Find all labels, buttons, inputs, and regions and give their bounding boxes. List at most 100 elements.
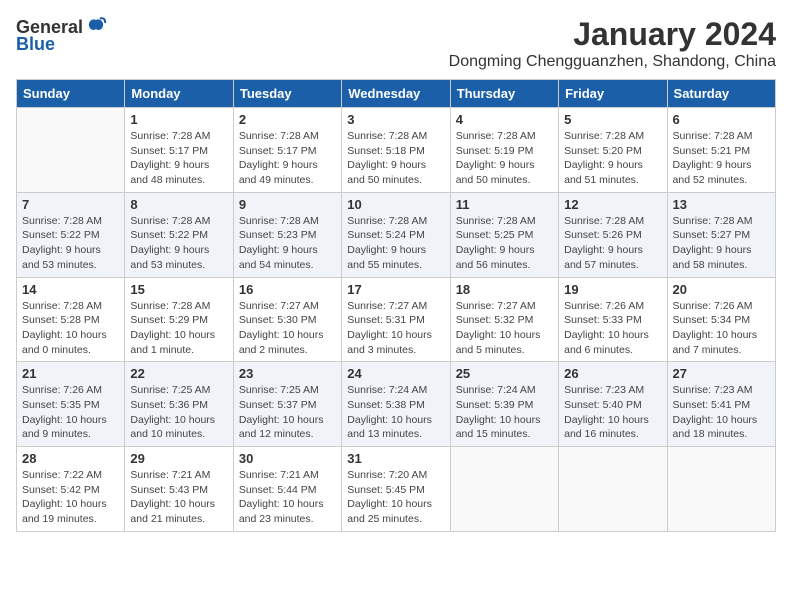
day-number: 24 xyxy=(347,366,444,381)
day-info: Sunrise: 7:28 AM Sunset: 5:21 PM Dayligh… xyxy=(673,129,770,188)
day-number: 1 xyxy=(130,112,227,127)
calendar-table: Sunday Monday Tuesday Wednesday Thursday… xyxy=(16,79,776,532)
day-info: Sunrise: 7:28 AM Sunset: 5:26 PM Dayligh… xyxy=(564,214,661,273)
day-number: 29 xyxy=(130,451,227,466)
header-saturday: Saturday xyxy=(667,80,775,108)
table-row: 2 Sunrise: 7:28 AM Sunset: 5:17 PM Daylig… xyxy=(233,108,341,193)
day-number: 15 xyxy=(130,282,227,297)
day-number: 11 xyxy=(456,197,553,212)
table-row xyxy=(450,447,558,532)
table-row: 13 Sunrise: 7:28 AM Sunset: 5:27 PM Dayli… xyxy=(667,192,775,277)
table-row: 10 Sunrise: 7:28 AM Sunset: 5:24 PM Dayli… xyxy=(342,192,450,277)
table-row: 27 Sunrise: 7:23 AM Sunset: 5:41 PM Dayli… xyxy=(667,362,775,447)
day-number: 28 xyxy=(22,451,119,466)
header-thursday: Thursday xyxy=(450,80,558,108)
day-number: 12 xyxy=(564,197,661,212)
title-area: January 2024 Dongming Chengguanzhen, Sha… xyxy=(449,16,776,71)
table-row: 25Sunrise: 7:24 AM Sunset: 5:39 PM Dayli… xyxy=(450,362,558,447)
day-info: Sunrise: 7:28 AM Sunset: 5:25 PM Dayligh… xyxy=(456,214,553,273)
table-row: 6 Sunrise: 7:28 AM Sunset: 5:21 PM Daylig… xyxy=(667,108,775,193)
table-row: 3 Sunrise: 7:28 AM Sunset: 5:18 PM Daylig… xyxy=(342,108,450,193)
table-row: 9 Sunrise: 7:28 AM Sunset: 5:23 PM Daylig… xyxy=(233,192,341,277)
table-row: 7 Sunrise: 7:28 AM Sunset: 5:22 PM Daylig… xyxy=(17,192,125,277)
logo: General Blue xyxy=(16,16,107,55)
day-number: 7 xyxy=(22,197,119,212)
day-number: 9 xyxy=(239,197,336,212)
table-row: 1 Sunrise: 7:28 AM Sunset: 5:17 PM Daylig… xyxy=(125,108,233,193)
day-info: Sunrise: 7:28 AM Sunset: 5:23 PM Dayligh… xyxy=(239,214,336,273)
day-info: Sunrise: 7:27 AM Sunset: 5:31 PM Dayligh… xyxy=(347,299,444,358)
table-row: 18 Sunrise: 7:27 AM Sunset: 5:32 PM Dayli… xyxy=(450,277,558,362)
day-info: Sunrise: 7:28 AM Sunset: 5:17 PM Dayligh… xyxy=(239,129,336,188)
table-row: 26Sunrise: 7:23 AM Sunset: 5:40 PM Dayli… xyxy=(559,362,667,447)
day-info: Sunrise: 7:21 AM Sunset: 5:44 PM Dayligh… xyxy=(239,468,336,527)
table-row: 24 Sunrise: 7:24 AM Sunset: 5:38 PM Dayli… xyxy=(342,362,450,447)
day-info: Sunrise: 7:20 AM Sunset: 5:45 PM Dayligh… xyxy=(347,468,444,527)
day-info: Sunrise: 7:27 AM Sunset: 5:32 PM Dayligh… xyxy=(456,299,553,358)
table-row xyxy=(667,447,775,532)
day-number: 27 xyxy=(673,366,770,381)
calendar-week-row: 7 Sunrise: 7:28 AM Sunset: 5:22 PM Daylig… xyxy=(17,192,776,277)
day-info: Sunrise: 7:26 AM Sunset: 5:35 PM Dayligh… xyxy=(22,383,119,442)
table-row: 28 Sunrise: 7:22 AM Sunset: 5:42 PM Dayli… xyxy=(17,447,125,532)
day-info: Sunrise: 7:28 AM Sunset: 5:19 PM Dayligh… xyxy=(456,129,553,188)
day-number: 2 xyxy=(239,112,336,127)
table-row: 30 Sunrise: 7:21 AM Sunset: 5:44 PM Dayli… xyxy=(233,447,341,532)
day-number: 19 xyxy=(564,282,661,297)
day-number: 13 xyxy=(673,197,770,212)
table-row: 29 Sunrise: 7:21 AM Sunset: 5:43 PM Dayli… xyxy=(125,447,233,532)
header-wednesday: Wednesday xyxy=(342,80,450,108)
location-subtitle: Dongming Chengguanzhen, Shandong, China xyxy=(449,53,776,71)
day-info: Sunrise: 7:28 AM Sunset: 5:22 PM Dayligh… xyxy=(130,214,227,273)
day-number: 4 xyxy=(456,112,553,127)
day-number: 20 xyxy=(673,282,770,297)
day-info: Sunrise: 7:23 AM Sunset: 5:41 PM Dayligh… xyxy=(673,383,770,442)
day-info: Sunrise: 7:25 AM Sunset: 5:36 PM Dayligh… xyxy=(130,383,227,442)
header-tuesday: Tuesday xyxy=(233,80,341,108)
day-number: 14 xyxy=(22,282,119,297)
table-row: 17 Sunrise: 7:27 AM Sunset: 5:31 PM Dayli… xyxy=(342,277,450,362)
day-info: Sunrise: 7:26 AM Sunset: 5:34 PM Dayligh… xyxy=(673,299,770,358)
day-number: 17 xyxy=(347,282,444,297)
day-info: Sunrise: 7:28 AM Sunset: 5:17 PM Dayligh… xyxy=(130,129,227,188)
day-info: Sunrise: 7:24 AM Sunset: 5:38 PM Dayligh… xyxy=(347,383,444,442)
day-info: Sunrise: 7:21 AM Sunset: 5:43 PM Dayligh… xyxy=(130,468,227,527)
day-number: 3 xyxy=(347,112,444,127)
day-info: Sunrise: 7:28 AM Sunset: 5:18 PM Dayligh… xyxy=(347,129,444,188)
day-number: 30 xyxy=(239,451,336,466)
month-title: January 2024 xyxy=(449,16,776,53)
header-friday: Friday xyxy=(559,80,667,108)
table-row: 16 Sunrise: 7:27 AM Sunset: 5:30 PM Dayli… xyxy=(233,277,341,362)
day-info: Sunrise: 7:28 AM Sunset: 5:24 PM Dayligh… xyxy=(347,214,444,273)
header-monday: Monday xyxy=(125,80,233,108)
logo-blue-text: Blue xyxy=(16,34,55,55)
table-row: 31 Sunrise: 7:20 AM Sunset: 5:45 PM Dayli… xyxy=(342,447,450,532)
day-info: Sunrise: 7:28 AM Sunset: 5:28 PM Dayligh… xyxy=(22,299,119,358)
calendar-week-row: 21 Sunrise: 7:26 AM Sunset: 5:35 PM Dayli… xyxy=(17,362,776,447)
day-info: Sunrise: 7:28 AM Sunset: 5:29 PM Dayligh… xyxy=(130,299,227,358)
calendar-week-row: 28 Sunrise: 7:22 AM Sunset: 5:42 PM Dayli… xyxy=(17,447,776,532)
page-header: General Blue January 2024 Dongming Cheng… xyxy=(16,16,776,71)
day-number: 18 xyxy=(456,282,553,297)
day-number: 21 xyxy=(22,366,119,381)
day-number: 8 xyxy=(130,197,227,212)
day-number: 16 xyxy=(239,282,336,297)
day-info: Sunrise: 7:28 AM Sunset: 5:27 PM Dayligh… xyxy=(673,214,770,273)
weekday-header-row: Sunday Monday Tuesday Wednesday Thursday… xyxy=(17,80,776,108)
table-row: 19 Sunrise: 7:26 AM Sunset: 5:33 PM Dayli… xyxy=(559,277,667,362)
day-number: 23 xyxy=(239,366,336,381)
table-row: 5Sunrise: 7:28 AM Sunset: 5:20 PM Daylig… xyxy=(559,108,667,193)
table-row: 14 Sunrise: 7:28 AM Sunset: 5:28 PM Dayli… xyxy=(17,277,125,362)
day-info: Sunrise: 7:24 AM Sunset: 5:39 PM Dayligh… xyxy=(456,383,553,442)
day-info: Sunrise: 7:26 AM Sunset: 5:33 PM Dayligh… xyxy=(564,299,661,358)
day-number: 31 xyxy=(347,451,444,466)
day-info: Sunrise: 7:22 AM Sunset: 5:42 PM Dayligh… xyxy=(22,468,119,527)
table-row: 15 Sunrise: 7:28 AM Sunset: 5:29 PM Dayli… xyxy=(125,277,233,362)
day-info: Sunrise: 7:27 AM Sunset: 5:30 PM Dayligh… xyxy=(239,299,336,358)
table-row: 8 Sunrise: 7:28 AM Sunset: 5:22 PM Daylig… xyxy=(125,192,233,277)
day-number: 6 xyxy=(673,112,770,127)
day-number: 10 xyxy=(347,197,444,212)
header-sunday: Sunday xyxy=(17,80,125,108)
logo-bird-icon xyxy=(85,16,107,38)
day-info: Sunrise: 7:28 AM Sunset: 5:22 PM Dayligh… xyxy=(22,214,119,273)
